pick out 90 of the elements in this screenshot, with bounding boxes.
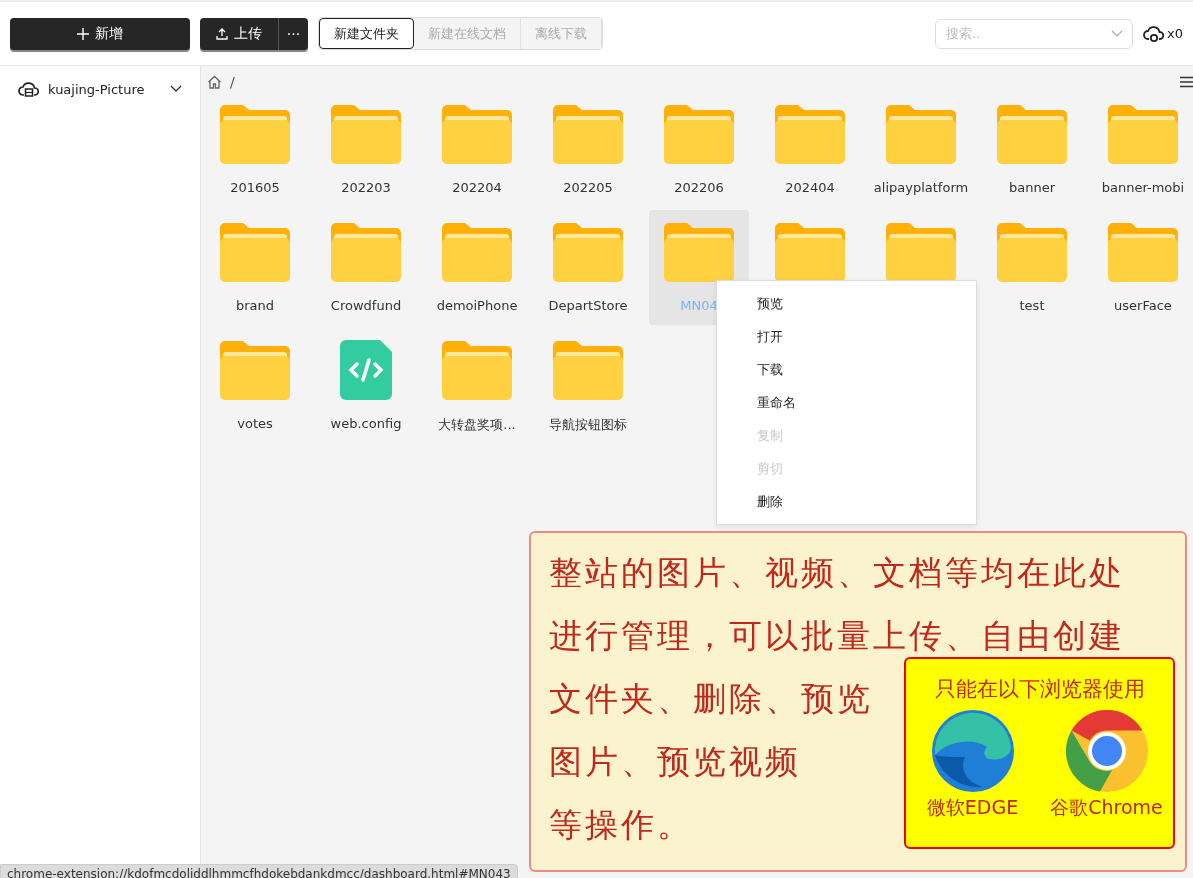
file-name: web.config [330,416,402,431]
file-name: 202404 [785,180,835,195]
file-item[interactable]: alipayplatform [871,98,971,195]
file-item[interactable]: brand [205,216,305,313]
folder-icon [553,222,623,282]
file-name: banner [1008,180,1055,195]
storage-item[interactable]: kuajing-Picture [0,66,200,112]
file-item[interactable]: userFace [1093,216,1193,313]
context-menu-item[interactable]: 删除 [717,485,976,518]
folder-icon [775,222,845,282]
folder-icon [220,340,290,400]
folder-icon [886,104,956,164]
file-item[interactable]: 大转盘奖项... [427,334,527,434]
folder-icon [775,104,845,164]
file-item[interactable]: 202204 [427,98,527,195]
folder-icon [886,222,956,282]
file-name: Crowdfund [330,298,402,313]
file-item[interactable]: votes [205,334,305,431]
folder-icon [442,222,512,282]
folder-icon [664,222,734,282]
annotation-text: 整站的图片、视频、文档等均在此处 [549,552,1125,594]
file-item[interactable]: 201605 [205,98,305,195]
menu-icon[interactable] [1180,76,1193,88]
file-name: userFace [1114,298,1172,313]
context-menu-item[interactable]: 下载 [717,353,976,386]
new-button[interactable]: 新增 [10,17,190,50]
browser-name: 谷歌Chrome [1050,795,1163,820]
file-name: 202205 [563,180,613,195]
folder-icon [220,222,290,282]
annotation-text: 图片、预览视频 [549,741,801,783]
file-name: 导航按钮图标 [549,416,627,434]
file-name: alipayplatform [873,180,969,195]
code-file-icon [340,340,392,400]
chevron-down-icon [170,85,182,93]
folder-icon [220,104,290,164]
file-item[interactable]: 202203 [316,98,416,195]
cloud-drive-icon [18,80,40,98]
folder-icon [997,222,1067,282]
file-name: 201605 [230,180,280,195]
search-field[interactable]: 搜索.. [935,18,1134,49]
breadcrumb-separator: / [230,74,235,90]
file-item[interactable]: 202206 [649,98,749,195]
browser-name: 微软EDGE [926,795,1019,820]
folder-icon [1108,104,1178,164]
upload-icon [216,27,228,40]
context-menu-item[interactable]: 重命名 [717,386,976,419]
folder-icon [553,104,623,164]
chevron-down-icon [1111,29,1124,38]
more-button[interactable]: ··· [278,17,308,50]
annotation-text: 等操作。 [549,804,693,846]
file-item[interactable]: 202205 [538,98,638,195]
file-name: 202203 [341,180,391,195]
file-name: MN04 [680,298,718,313]
annotation-text: 文件夹、删除、预览 [549,678,873,720]
folder-icon [442,104,512,164]
file-item[interactable]: 202404 [760,98,860,195]
toolbar-action-button[interactable]: 新建文件夹 [319,18,414,49]
file-name: 202204 [452,180,502,195]
file-item[interactable]: banner [982,98,1082,195]
home-icon[interactable] [207,75,222,89]
plus-icon [77,27,89,40]
file-name: demoiPhone [436,298,518,313]
folder-icon [331,222,401,282]
browser-note: 只能在以下浏览器使用 [934,676,1145,703]
file-item[interactable]: banner-mobi [1093,98,1193,195]
file-item[interactable]: Crowdfund [316,216,416,313]
folder-icon [1108,222,1178,282]
edge-logo-icon [930,709,1015,793]
file-item[interactable]: DepartStore [538,216,638,313]
file-name: 大转盘奖项... [438,416,516,434]
annotation-text: 进行管理，可以批量上传、自由创建 [549,615,1125,657]
file-item[interactable]: test [982,216,1082,313]
folder-icon [553,340,623,400]
folder-icon [997,104,1067,164]
folder-icon [442,340,512,400]
file-item[interactable]: 导航按钮图标 [538,334,638,434]
chrome-logo-icon [1064,709,1149,793]
file-name: DepartStore [548,298,628,313]
folder-icon [664,104,734,164]
folder-icon [331,104,401,164]
upload-button[interactable]: 上传 [200,17,278,50]
file-name: banner-mobi [1101,180,1185,195]
upload-count: x0 [1167,26,1183,41]
file-name: test [1019,298,1045,313]
file-name: brand [235,298,275,313]
file-item[interactable]: demoiPhone [427,216,527,313]
cloud-upload-icon[interactable] [1143,24,1166,43]
file-item[interactable]: web.config [316,334,416,431]
file-name: 202206 [674,180,724,195]
file-name: votes [237,416,273,431]
